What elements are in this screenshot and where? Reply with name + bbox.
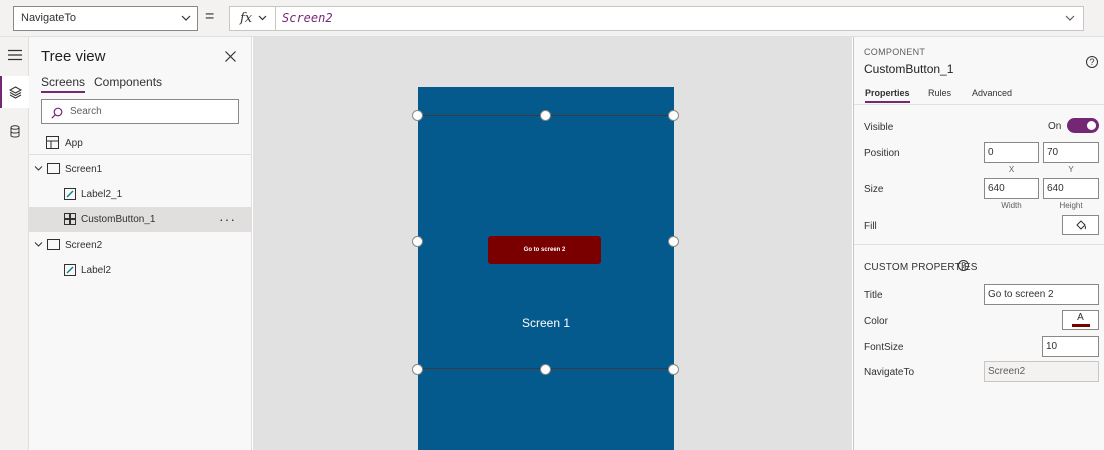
tree-search-input[interactable]: Search [41, 99, 239, 124]
resize-handle-top-right[interactable] [668, 110, 679, 121]
chevron-down-icon[interactable] [34, 164, 43, 176]
tree-view-title: Tree view [41, 48, 106, 65]
close-icon[interactable] [225, 49, 236, 66]
tree-item-app[interactable]: App [29, 131, 251, 156]
help-icon[interactable]: ? [958, 260, 969, 271]
tree-item-label: Label2 [81, 265, 112, 276]
position-y-input[interactable]: 70 [1043, 142, 1099, 163]
expand-formula-icon[interactable] [1065, 7, 1075, 39]
tree-divider [29, 154, 251, 155]
navigateto-input[interactable]: Screen2 [984, 361, 1099, 382]
tree-item-custombutton-1[interactable]: CustomButton_1 ··· [29, 207, 251, 232]
component-name: CustomButton_1 [864, 62, 954, 76]
layers-icon[interactable] [0, 76, 29, 108]
tab-advanced[interactable]: Advanced [972, 88, 1012, 101]
visible-state: On [1048, 121, 1062, 132]
fontsize-input[interactable]: 10 [1042, 336, 1099, 357]
color-label: Color [864, 316, 888, 327]
equals-sign: = [205, 8, 215, 25]
tab-divider [854, 104, 1104, 105]
position-y-caption: Y [1068, 165, 1074, 174]
resize-handle-left[interactable] [412, 236, 423, 247]
color-picker-button[interactable]: A [1062, 310, 1099, 330]
fx-button[interactable]: fx [229, 6, 276, 31]
go-to-screen-button[interactable]: Go to screen 2 [488, 236, 601, 264]
fx-icon: fx [240, 11, 253, 26]
section-divider [854, 244, 1104, 245]
paint-bucket-icon [1075, 219, 1087, 234]
tree-item-label: CustomButton_1 [81, 214, 156, 225]
tree-item-label: Screen2 [65, 240, 103, 251]
tree-item-label: Screen1 [65, 164, 103, 175]
chevron-down-icon[interactable] [34, 240, 43, 252]
size-label: Size [864, 184, 884, 195]
tree-item-label: Label2_1 [81, 189, 123, 200]
navigateto-label: NavigateTo [864, 367, 915, 378]
size-width-caption: Width [1001, 201, 1022, 210]
tree-item-screen2[interactable]: Screen2 [29, 233, 251, 258]
tab-screens[interactable]: Screens [41, 75, 86, 93]
search-placeholder: Search [70, 106, 102, 117]
screen-icon [47, 163, 60, 177]
property-dropdown[interactable]: NavigateTo [13, 6, 198, 31]
more-options-icon[interactable]: ··· [219, 211, 236, 227]
design-canvas[interactable]: Go to screen 2 Screen 1 [253, 37, 852, 450]
toggle-knob [1087, 121, 1096, 130]
fontsize-label: FontSize [864, 342, 904, 353]
position-label: Position [864, 148, 900, 159]
size-height-input[interactable]: 640 [1043, 178, 1099, 199]
resize-handle-top-left[interactable] [412, 110, 423, 121]
title-input[interactable]: Go to screen 2 [984, 284, 1099, 305]
properties-panel: COMPONENT CustomButton_1 ? Properties Ru… [853, 37, 1104, 450]
title-label: Title [864, 290, 883, 301]
component-kicker: COMPONENT [864, 47, 926, 57]
chevron-down-icon [258, 8, 267, 38]
resize-handle-right[interactable] [668, 236, 679, 247]
size-height-caption: Height [1059, 201, 1083, 210]
label-edit-icon [64, 188, 76, 203]
position-x-input[interactable]: 0 [984, 142, 1039, 163]
visible-toggle[interactable] [1067, 118, 1099, 133]
fill-picker-button[interactable] [1062, 215, 1099, 235]
formula-text: Screen2 [282, 11, 333, 25]
search-icon [51, 105, 63, 128]
position-x-caption: X [1008, 165, 1015, 174]
help-icon[interactable]: ? [1086, 56, 1098, 68]
tree-item-label2[interactable]: Label2 [29, 258, 251, 283]
tree-item-label2-1[interactable]: Label2_1 [29, 182, 251, 207]
screen1-preview[interactable]: Go to screen 2 Screen 1 [412, 87, 679, 450]
component-icon [64, 213, 76, 228]
label-edit-icon [64, 264, 76, 279]
app-icon [46, 136, 59, 152]
screen-icon [47, 239, 60, 253]
tab-properties[interactable]: Properties [865, 88, 910, 103]
resize-handle-bottom-left[interactable] [412, 364, 423, 375]
tab-rules[interactable]: Rules [928, 88, 951, 101]
resize-handle-bottom[interactable] [540, 364, 551, 375]
tree-item-label: App [65, 138, 83, 149]
size-width-input[interactable]: 640 [984, 178, 1039, 199]
formula-input[interactable]: Screen2 [275, 6, 1084, 31]
left-rail [0, 37, 29, 450]
hamburger-icon[interactable] [0, 39, 29, 71]
tab-components[interactable]: Components [94, 75, 162, 91]
resize-handle-bottom-right[interactable] [668, 364, 679, 375]
chevron-down-icon [181, 7, 191, 39]
color-swatch-bar [1072, 324, 1090, 327]
database-icon[interactable] [0, 115, 29, 147]
screen-label: Screen 1 [521, 316, 571, 330]
tree-view-panel: Tree view Screens Components Search App … [29, 37, 252, 450]
formula-bar: NavigateTo = fx Screen2 [0, 0, 1104, 37]
tree-item-screen1[interactable]: Screen1 [29, 157, 251, 182]
visible-label: Visible [864, 122, 894, 133]
property-dropdown-value: NavigateTo [21, 12, 77, 24]
resize-handle-top[interactable] [540, 110, 551, 121]
fill-label: Fill [864, 221, 877, 232]
font-color-icon: A [1077, 312, 1084, 323]
